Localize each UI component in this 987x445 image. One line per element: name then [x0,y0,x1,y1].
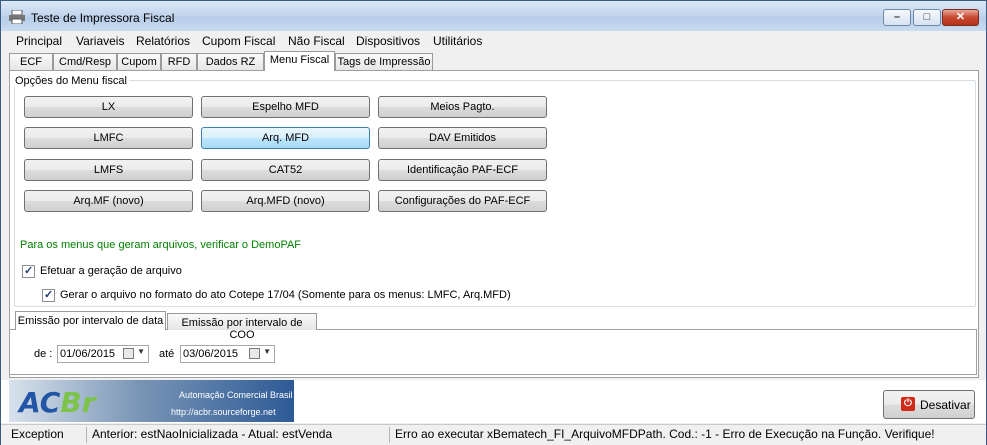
cat52-button[interactable]: CAT52 [201,159,370,181]
chevron-down-icon: ▼ [137,347,145,356]
tab-tags-impressao[interactable]: Tags de Impressão [335,53,433,70]
title-bar[interactable]: Teste de Impressora Fiscal – □ ✕ [1,1,986,31]
status-error: Erro ao executar xBematech_FI_ArquivoMFD… [395,427,935,441]
group-label: Opções do Menu fiscal [13,75,129,87]
lmfc-button[interactable]: LMFC [24,127,193,149]
arq-mf-novo-button[interactable]: Arq.MF (novo) [24,190,193,212]
menu-relatorios[interactable]: Relatórios [136,34,190,48]
status-separator [389,427,390,443]
printer-icon [9,10,25,24]
cotepe-label: Gerar o arquivo no formato do ato Cotepe… [60,289,511,301]
menu-variaveis[interactable]: Variaveis [76,34,124,48]
dav-emitidos-button[interactable]: DAV Emitidos [378,127,547,149]
menu-principal[interactable]: Principal [16,34,62,48]
meios-pagto-button[interactable]: Meios Pagto. [378,96,547,118]
status-separator [86,427,87,443]
date-de-value: 01/06/2015 [60,348,116,360]
close-icon: ✕ [955,11,966,23]
menu-bar: Principal Variaveis Relatórios Cupom Fis… [1,31,986,50]
tab-ecf[interactable]: ECF [9,53,53,70]
tab-dados-rz[interactable]: Dados RZ [197,53,264,70]
calendar-icon [249,348,260,359]
cotepe-checkbox[interactable]: ✓ [42,289,55,302]
status-state: Anterior: estNaoInicializada - Atual: es… [92,427,333,441]
tab-intervalo-data[interactable]: Emissão por intervalo de data [15,311,166,330]
close-button[interactable]: ✕ [942,9,979,26]
de-label: de : [34,348,53,360]
menu-cupom-fiscal[interactable]: Cupom Fiscal [202,34,275,48]
tab-rfd[interactable]: RFD [161,53,197,70]
tab-cmd-resp[interactable]: Cmd/Resp [53,53,117,70]
desativar-button[interactable]: ⏻ Desativar [883,390,975,419]
demopaf-hint: Para os menus que geram arquivos, verifi… [20,239,302,251]
menu-nao-fiscal[interactable]: Não Fiscal [288,34,345,48]
minimize-icon: – [893,11,901,23]
tab-intervalo-coo[interactable]: Emissão por intervalo de COO [167,313,317,341]
main-window: Teste de Impressora Fiscal – □ ✕ Princip… [0,0,987,445]
tab-menu-fiscal[interactable]: Menu Fiscal [264,51,335,71]
logo-line2: http://acbr.sourceforge.net [171,407,276,417]
gerar-arquivo-label: Efetuar a geração de arquivo [40,265,182,277]
date-ate-value: 03/06/2015 [183,348,239,360]
menu-utilitarios[interactable]: Utilitários [433,34,482,48]
date-de-picker[interactable]: 01/06/2015 ▼ [57,345,149,363]
espelho-mfd-button[interactable]: Espelho MFD [201,96,370,118]
calendar-icon [123,348,134,359]
emissao-panel [9,329,977,375]
gerar-arquivo-checkbox[interactable]: ✓ [22,265,35,278]
acbr-logo: ACBr Automação Comercial Brasil http://a… [9,380,294,422]
arq-mfd-button[interactable]: Arq. MFD [201,127,370,149]
status-exception: Exception [11,427,64,441]
lmfs-button[interactable]: LMFS [24,159,193,181]
minimize-button[interactable]: – [883,9,911,26]
power-icon: ⏻ [901,397,915,411]
window-title: Teste de Impressora Fiscal [31,11,175,25]
lx-button[interactable]: LX [24,96,193,118]
check-icon: ✓ [24,265,34,277]
menu-dispositivos[interactable]: Dispositivos [356,34,420,48]
arq-mfd-novo-button[interactable]: Arq.MFD (novo) [201,190,370,212]
configuracoes-paf-button[interactable]: Configurações do PAF-ECF [378,190,547,212]
desativar-label: Desativar [920,398,971,412]
status-bar: Exception Anterior: estNaoInicializada -… [1,424,986,445]
maximize-button[interactable]: □ [913,9,941,26]
identificacao-paf-button[interactable]: Identificação PAF-ECF [378,159,547,181]
date-ate-picker[interactable]: 03/06/2015 ▼ [180,345,275,363]
maximize-icon: □ [923,11,931,23]
chevron-down-icon: ▼ [263,347,271,356]
tab-cupom[interactable]: Cupom [117,53,161,70]
main-tabs: ECF Cmd/Resp Cupom RFD Dados RZ Menu Fis… [1,51,986,71]
logo-line1: Automação Comercial Brasil [179,390,293,400]
check-icon: ✓ [44,289,54,301]
logo-text: ACBr [19,386,96,419]
ate-label: até [159,348,175,360]
